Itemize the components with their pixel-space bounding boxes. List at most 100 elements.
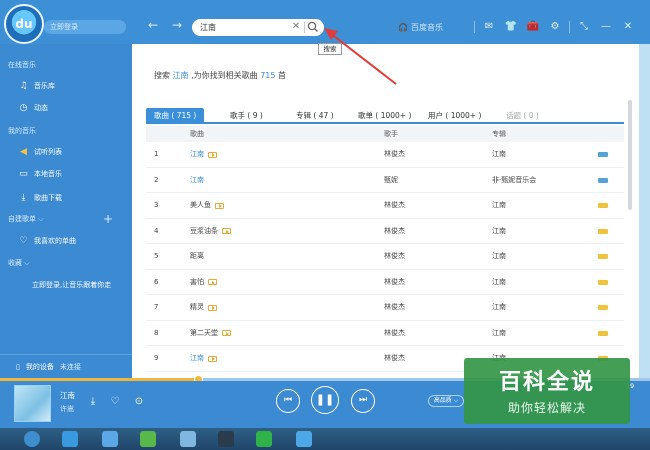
forward-arrow-icon[interactable]: → [170,18,184,32]
search-input[interactable] [200,21,286,34]
tab-albums[interactable]: 专辑 ( 47 ) [296,108,334,124]
artist-cell[interactable]: 林俊杰 [384,142,405,167]
song-title[interactable]: 江南 [190,346,204,371]
song-title[interactable]: 第二天堂 [190,321,218,346]
next-track-button[interactable]: ⏭ [351,389,375,413]
song-title[interactable]: 害怕 [190,270,204,295]
collection-section[interactable]: 收藏 ⌵ [8,258,30,268]
sidebar-item-dynamic[interactable]: ◷ 动态 [18,100,48,116]
track-artist[interactable]: 许嵩 [60,404,74,414]
taskbar-app-icon[interactable] [102,431,118,447]
table-row[interactable]: 5 距离 林俊杰 江南 [146,244,624,270]
tab-artists[interactable]: 歌手 ( 9 ) [230,108,263,124]
results-scrollbar[interactable] [628,100,632,210]
sidebar-item-downloads[interactable]: ⤓ 歌曲下载 [18,190,63,206]
mv-icon[interactable] [208,355,217,362]
add-playlist-icon[interactable]: + [103,212,113,226]
artist-cell[interactable]: 林俊杰 [384,193,405,218]
tab-songs[interactable]: 歌曲 ( 715 ) [146,108,205,124]
album-cell[interactable]: 江南 [492,244,506,269]
song-title[interactable]: 江南 [190,142,204,167]
song-cell[interactable]: 江南 [190,168,204,193]
artist-cell[interactable]: 甄妮 [384,168,398,193]
my-device-bar[interactable]: ▯ 我的设备 未连接 [0,354,132,378]
song-title[interactable]: 美人鱼 [190,193,211,218]
artist-cell[interactable]: 林俊杰 [384,244,405,269]
tab-topics[interactable]: 话题 ( 0 ) [506,108,539,124]
album-cell[interactable]: 江南 [492,193,506,218]
artist-cell[interactable]: 林俊杰 [384,295,405,320]
collection-login-link[interactable]: 立即登录,让音乐跟着你走 [32,280,111,290]
album-cell[interactable]: 江南 [492,142,506,167]
table-row[interactable]: 7 精灵 林俊杰 江南 [146,295,624,321]
album-cell[interactable]: 非·甄妮音乐会 [492,168,536,193]
album-cell[interactable]: 江南 [492,270,506,295]
mv-icon[interactable] [222,330,231,336]
song-cell[interactable]: 精灵 [190,295,217,320]
tab-users[interactable]: 用户 ( 1000+ ) [428,108,481,124]
taskbar-ie-icon[interactable] [62,431,78,447]
table-row[interactable]: 4 豆浆油条 林俊杰 江南 [146,219,624,244]
song-cell[interactable]: 第二天堂 [190,321,231,346]
mv-icon[interactable] [222,228,231,234]
taskbar-app-icon[interactable] [218,431,234,447]
song-cell[interactable]: 害怕 [190,270,217,295]
song-cell[interactable]: 豆浆油条 [190,219,231,244]
toolbox-icon[interactable]: 🧰 [525,19,541,35]
quality-select[interactable]: 高品质 ⌵ [428,395,464,407]
pause-button[interactable]: ❚❚ [311,386,339,414]
table-row[interactable]: 1 江南 林俊杰 江南 [146,142,624,168]
sidebar-item-music-library[interactable]: ♫ 音乐库 [18,78,55,94]
sidebar-item-favorites[interactable]: ♡ 我喜欢的单曲 [18,233,76,249]
album-cell[interactable]: 江南 [492,321,506,346]
previous-track-button[interactable]: ⏮ [276,389,300,413]
sidebar-item-local-music[interactable]: ▭ 本地音乐 [18,166,62,182]
settings-gear-icon[interactable]: ⚙ [547,19,563,35]
mv-icon[interactable] [208,279,217,285]
song-cell[interactable]: 距离 [190,244,204,269]
mini-mode-icon[interactable]: ⤡ [576,19,592,35]
album-cell[interactable]: 江南 [492,295,506,320]
search-icon[interactable] [306,20,320,34]
minimize-icon[interactable]: — [598,19,614,35]
tab-playlists[interactable]: 歌单 ( 1000+ ) [358,108,411,124]
taskbar-mail-icon[interactable] [180,431,196,447]
app-logo[interactable]: du [4,4,44,44]
custom-playlists-section[interactable]: 自建歌单 ⌵ [8,214,44,224]
baidu-music-brand[interactable]: 🎧 百度音乐 [398,21,464,35]
close-icon[interactable]: ✕ [620,19,636,35]
song-title[interactable]: 精灵 [190,295,204,320]
taskbar-app-icon[interactable] [140,431,156,447]
track-title[interactable]: 江南 [60,390,75,401]
back-arrow-icon[interactable]: ← [146,18,160,32]
taskbar-music-icon[interactable] [296,431,312,447]
table-row[interactable]: 3 美人鱼 林俊杰 江南 [146,193,624,219]
song-cell[interactable]: 美人鱼 [190,193,224,218]
table-row[interactable]: 8 第二天堂 林俊杰 江南 [146,321,624,346]
mv-icon[interactable] [208,304,217,311]
table-row[interactable]: 6 害怕 林俊杰 江南 [146,270,624,295]
mv-icon[interactable] [215,202,224,209]
song-title[interactable]: 豆浆油条 [190,219,218,244]
song-title[interactable]: 江南 [190,168,204,193]
song-cell[interactable]: 江南 [190,346,217,371]
album-cell[interactable]: 江南 [492,219,506,244]
mv-icon[interactable] [208,151,217,158]
song-title[interactable]: 距离 [190,244,204,269]
start-button-icon[interactable] [24,431,40,447]
taskbar-app-icon[interactable] [256,431,272,447]
artist-cell[interactable]: 林俊杰 [384,270,405,295]
artist-cell[interactable]: 林俊杰 [384,346,405,371]
table-row[interactable]: 2 江南 甄妮 非·甄妮音乐会 [146,168,624,193]
more-options-icon[interactable]: ⊙ [132,395,146,409]
login-button[interactable]: 立即登录 [44,20,126,34]
skin-shirt-icon[interactable]: 👕 [503,19,519,35]
sidebar-item-listen-list[interactable]: ◀ 试听列表 [18,144,62,160]
heart-icon[interactable]: ♡ [108,395,122,409]
clear-search-icon[interactable]: ✕ [290,20,302,34]
download-icon[interactable]: ⤓ [86,395,100,409]
mail-icon[interactable]: ✉ [481,19,497,35]
artist-cell[interactable]: 林俊杰 [384,321,405,346]
song-cell[interactable]: 江南 [190,142,217,167]
album-cover[interactable] [14,385,51,422]
